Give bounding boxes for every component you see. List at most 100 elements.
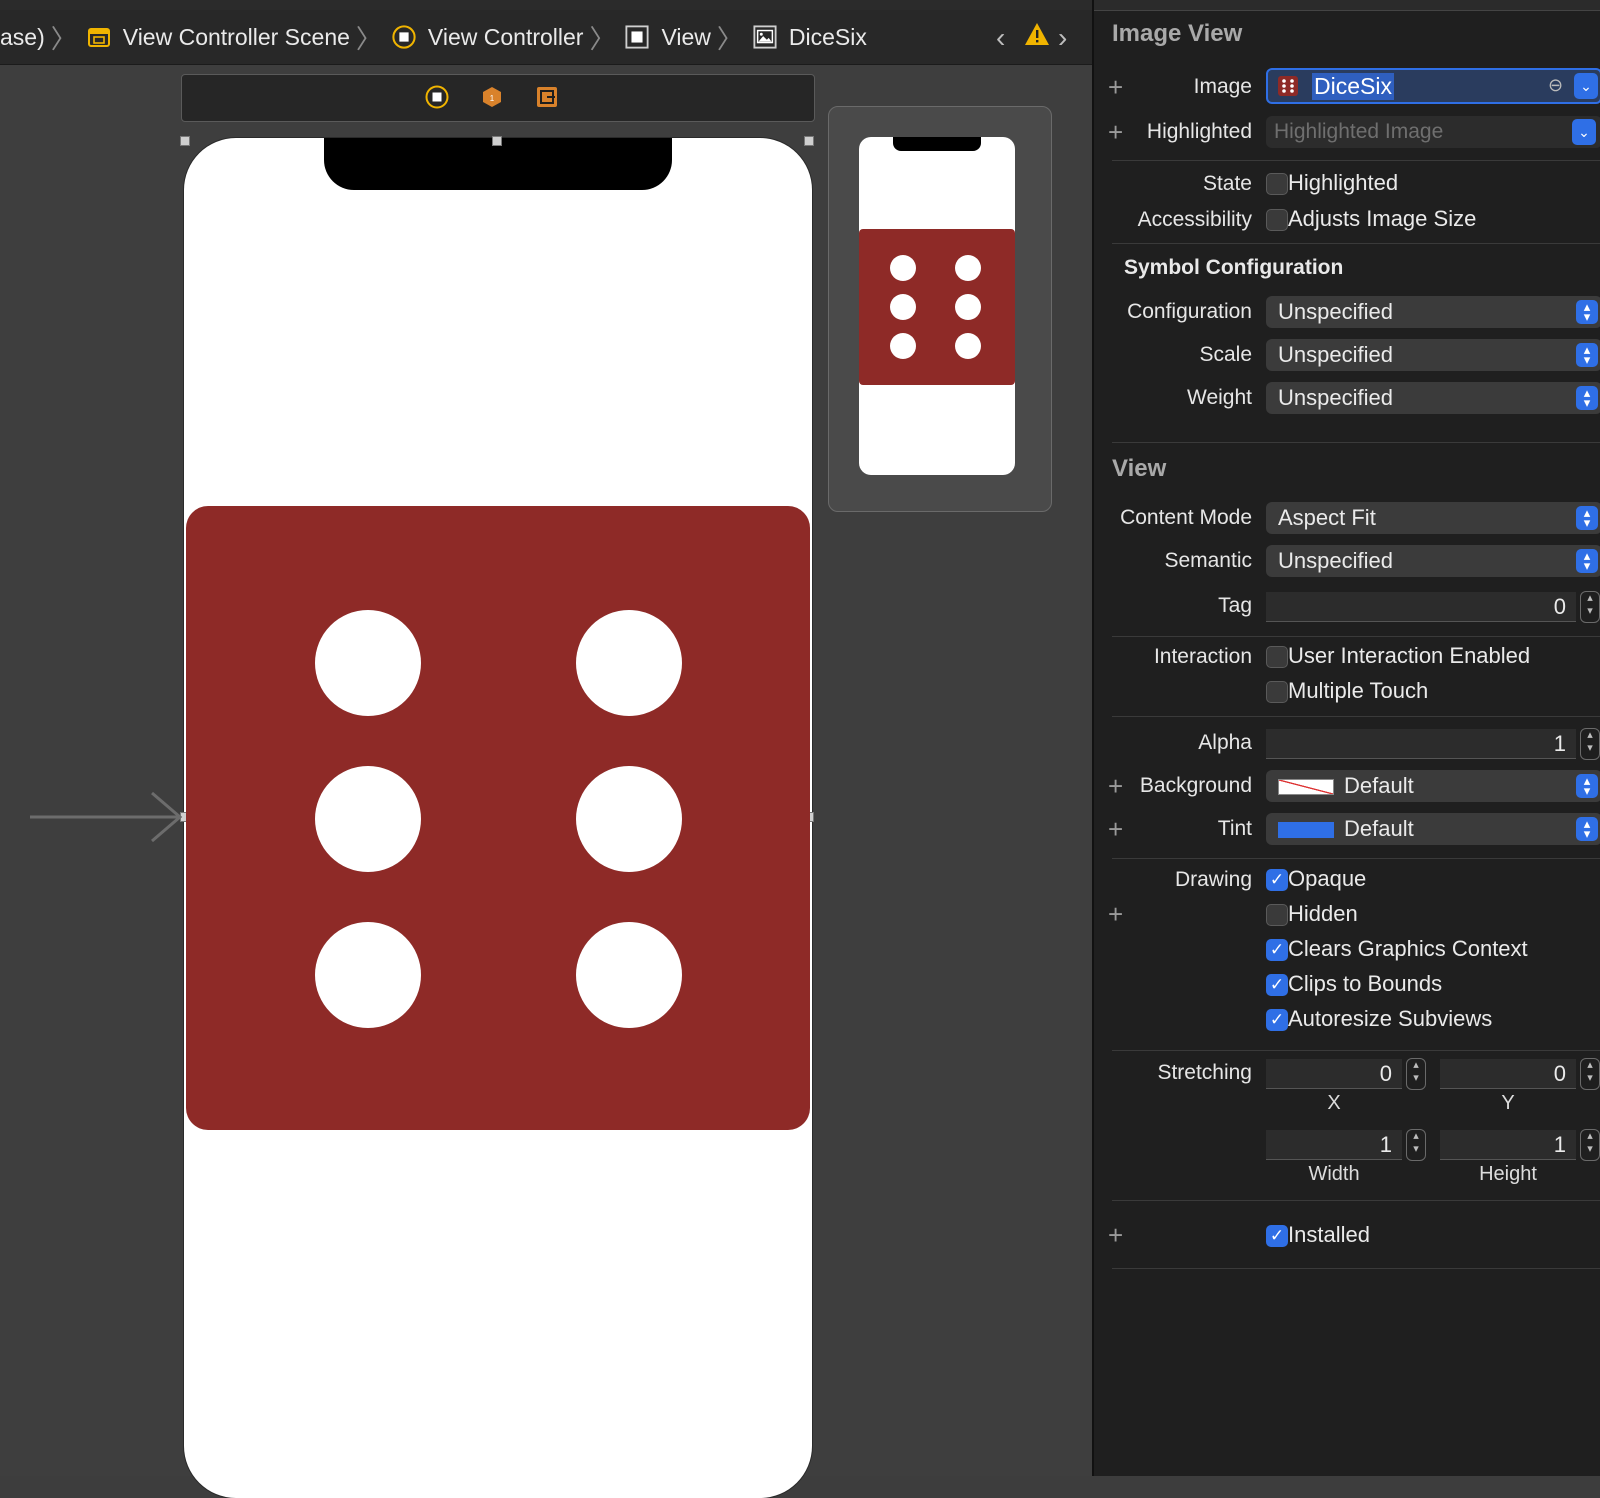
add-variation-icon[interactable]: +: [1108, 814, 1123, 845]
semantic-label: Semantic: [1164, 549, 1252, 572]
user-interaction-label: User Interaction Enabled: [1288, 643, 1531, 668]
weight-label: Weight: [1187, 386, 1252, 409]
stretch-height-field[interactable]: 1: [1440, 1130, 1576, 1160]
stretch-x-stepper[interactable]: ▴ ▾: [1406, 1058, 1426, 1090]
highlighted-checkbox[interactable]: [1266, 173, 1288, 195]
image-combo-field[interactable]: DiceSix ⊖ ⌄: [1266, 68, 1600, 104]
tag-stepper[interactable]: ▴ ▾: [1580, 591, 1600, 623]
up-down-arrows-icon: ▴ ▾: [1576, 817, 1598, 841]
clears-graphics-checkbox[interactable]: ✓: [1266, 939, 1288, 961]
breadcrumb-item-view-controller[interactable]: View Controller: [382, 24, 583, 51]
dice-pip: [576, 610, 682, 716]
exit-icon[interactable]: [535, 85, 559, 109]
resize-handle[interactable]: [804, 136, 814, 146]
content-mode-popup[interactable]: Aspect Fit ▴ ▾: [1266, 502, 1600, 534]
clips-to-bounds-checkbox[interactable]: ✓: [1266, 974, 1288, 996]
breadcrumb-item-dicesix[interactable]: DiceSix: [743, 24, 867, 51]
state-label: State: [1202, 172, 1252, 195]
tint-popup[interactable]: Default ▴ ▾: [1266, 813, 1600, 845]
breadcrumb-separator-icon: 〉: [589, 23, 616, 54]
chevron-down-icon[interactable]: ⌄: [1572, 119, 1596, 145]
highlighted-checkbox-label: Highlighted: [1288, 170, 1399, 195]
stretch-width-stepper[interactable]: ▴ ▾: [1406, 1129, 1426, 1161]
weight-value: Unspecified: [1278, 385, 1393, 410]
highlighted-image-placeholder: Highlighted Image: [1274, 120, 1444, 143]
breadcrumb-item-view[interactable]: View: [615, 23, 711, 51]
tag-field[interactable]: 0: [1266, 592, 1576, 622]
divider: [1112, 1200, 1600, 1201]
symbol-configuration-title: Symbol Configuration: [1124, 256, 1344, 279]
alpha-field[interactable]: 1: [1266, 729, 1576, 759]
dice-pip: [890, 333, 916, 359]
dice-pip: [576, 766, 682, 872]
multiple-touch-checkbox[interactable]: [1266, 681, 1288, 703]
entry-point-arrow-icon[interactable]: [30, 790, 186, 842]
up-down-arrows-icon: ▴ ▾: [1576, 386, 1598, 410]
add-variation-icon[interactable]: +: [1108, 899, 1123, 930]
multiple-touch-label: Multiple Touch: [1288, 678, 1429, 703]
scene-preview-dice: [859, 229, 1015, 385]
breadcrumb-item-base[interactable]: ase): [0, 24, 45, 51]
stretch-width-field[interactable]: 1: [1266, 1130, 1402, 1160]
dice-pip: [315, 766, 421, 872]
divider: [1112, 243, 1600, 244]
semantic-popup[interactable]: Unspecified ▴ ▾: [1266, 545, 1600, 577]
scene-icon: [87, 25, 111, 49]
image-value[interactable]: DiceSix: [1312, 73, 1394, 100]
background-popup[interactable]: Default ▴ ▾: [1266, 770, 1600, 802]
add-variation-icon[interactable]: +: [1108, 117, 1123, 148]
divider: [1112, 716, 1600, 717]
scene-preview-notch: [893, 137, 981, 151]
scale-popup[interactable]: Unspecified ▴ ▾: [1266, 339, 1600, 371]
dice-pip: [315, 922, 421, 1028]
user-interaction-checkbox[interactable]: [1266, 646, 1288, 668]
stretch-y-stepper[interactable]: ▴ ▾: [1580, 1058, 1600, 1090]
up-down-arrows-icon: ▴ ▾: [1576, 774, 1598, 798]
stretch-height-stepper[interactable]: ▴ ▾: [1580, 1129, 1600, 1161]
tag-label: Tag: [1218, 594, 1252, 617]
view-controller-icon: [392, 25, 416, 49]
breadcrumb-separator-icon: 〉: [50, 23, 77, 54]
background-value: Default: [1344, 773, 1414, 798]
configuration-popup[interactable]: Unspecified ▴ ▾: [1266, 296, 1600, 328]
tint-value: Default: [1344, 816, 1414, 841]
chevron-left-icon[interactable]: ‹: [996, 22, 1005, 54]
view-controller-icon[interactable]: [425, 85, 449, 109]
hidden-label: Hidden: [1288, 901, 1358, 926]
dice-pip: [576, 922, 682, 1028]
stretch-x-field[interactable]: 0: [1266, 1059, 1402, 1089]
attributes-inspector: Image View + Image DiceSix ⊖ ⌄ + Highlig…: [1092, 0, 1600, 1476]
configuration-value: Unspecified: [1278, 299, 1393, 324]
stretch-y-caption: Y: [1501, 1092, 1515, 1114]
dice-image-icon: [1278, 76, 1298, 96]
add-variation-icon[interactable]: +: [1108, 771, 1123, 802]
alpha-label: Alpha: [1198, 731, 1252, 754]
go-to-asset-icon[interactable]: ⊖: [1548, 75, 1563, 96]
breadcrumb-item-scene[interactable]: View Controller Scene: [77, 24, 350, 51]
resize-handle[interactable]: [492, 136, 502, 146]
autoresize-checkbox[interactable]: ✓: [1266, 1009, 1288, 1031]
chevron-down-icon[interactable]: ⌄: [1574, 73, 1598, 99]
hidden-checkbox[interactable]: [1266, 904, 1288, 926]
installed-checkbox[interactable]: ✓: [1266, 1225, 1288, 1247]
resize-handle[interactable]: [180, 136, 190, 146]
highlighted-image-field[interactable]: Highlighted Image ⌄: [1266, 116, 1600, 148]
alpha-stepper[interactable]: ▴ ▾: [1580, 728, 1600, 760]
chevron-right-icon[interactable]: ›: [1058, 22, 1067, 54]
adjusts-image-size-checkbox[interactable]: [1266, 209, 1288, 231]
warning-icon[interactable]: [1024, 22, 1050, 51]
breadcrumb-label: View: [661, 23, 711, 50]
stretch-width-caption: Width: [1308, 1163, 1360, 1185]
opaque-checkbox[interactable]: ✓: [1266, 869, 1288, 891]
divider: [1112, 1268, 1600, 1269]
stretch-y-field[interactable]: 0: [1440, 1059, 1576, 1089]
clear-color-swatch: [1278, 779, 1334, 796]
weight-popup[interactable]: Unspecified ▴ ▾: [1266, 382, 1600, 414]
add-variation-icon[interactable]: +: [1108, 1220, 1123, 1251]
divider: [1112, 1050, 1600, 1051]
divider: [1112, 160, 1600, 161]
add-variation-icon[interactable]: +: [1108, 72, 1123, 103]
breadcrumb-separator-icon: 〉: [355, 23, 382, 54]
first-responder-icon[interactable]: 1: [480, 85, 504, 109]
dice-six-image[interactable]: [186, 506, 810, 1130]
